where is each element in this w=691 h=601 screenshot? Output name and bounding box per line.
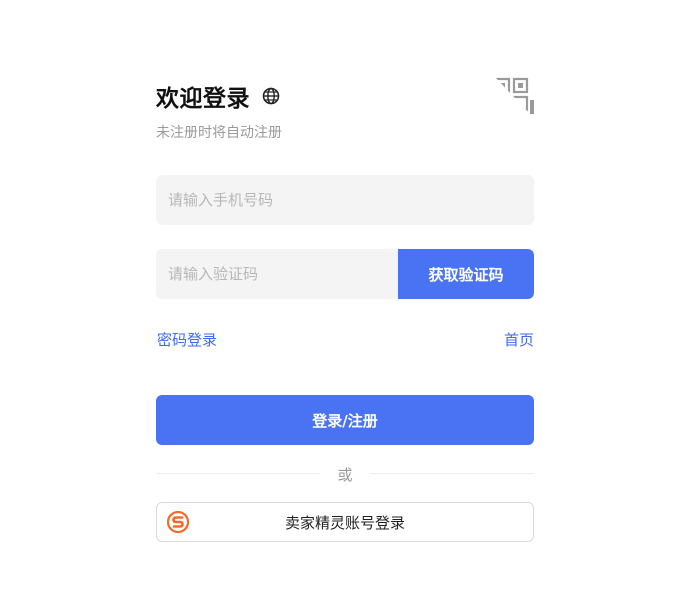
home-link[interactable]: 首页: [504, 329, 534, 350]
subtitle: 未注册时将自动注册: [156, 125, 282, 141]
title-row: 欢迎登录: [156, 81, 280, 112]
globe-icon[interactable]: [262, 87, 280, 105]
password-login-link[interactable]: 密码登录: [157, 329, 217, 350]
or-divider: 或: [156, 464, 534, 484]
code-input-wrapper: 获取验证码: [156, 249, 534, 299]
phone-input[interactable]: [156, 175, 534, 225]
phone-input-wrapper: [156, 175, 534, 225]
divider-line-right: [370, 473, 534, 474]
qr-code-icon[interactable]: [494, 76, 534, 118]
seller-login-label: 卖家精灵账号登录: [284, 513, 405, 532]
get-code-button[interactable]: 获取验证码: [398, 249, 534, 299]
page-title: 欢迎登录: [156, 86, 250, 112]
seller-login-button[interactable]: 卖家精灵账号登录: [156, 502, 534, 542]
divider-label: 或: [337, 466, 353, 484]
link-row: 密码登录 首页: [156, 329, 534, 349]
login-page: 欢迎登录 未注册时将自动注册 请输入手机号码 请输入验证码 获取验证码 密码登录…: [0, 0, 691, 601]
seller-sprite-logo-icon: [166, 510, 190, 534]
login-register-button[interactable]: 登录/注册: [156, 395, 534, 445]
verification-code-input[interactable]: [156, 249, 422, 299]
